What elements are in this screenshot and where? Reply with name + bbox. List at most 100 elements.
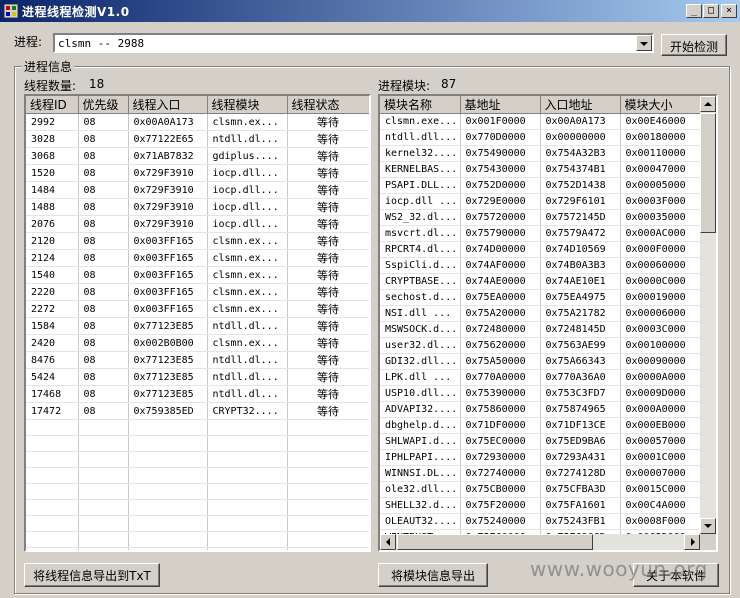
table-cell: 0x75CB0000 bbox=[460, 481, 541, 498]
empty-row bbox=[26, 547, 369, 550]
table-row[interactable]: 1584 08 0x77123E85 ntdll.dl... 等待 bbox=[26, 317, 369, 335]
table-row[interactable]: clsmn.exe... 0x001F0000 0x00A0A173 0x00E460… bbox=[380, 113, 701, 130]
scroll-up-icon[interactable] bbox=[700, 96, 716, 112]
column-header[interactable]: 模块名称 bbox=[380, 96, 461, 114]
table-cell: 0x00035000 bbox=[620, 209, 701, 226]
table-row[interactable]: NSI.dll ... 0x75A20000 0x75A21782 0x0000600… bbox=[380, 305, 701, 322]
table-row[interactable]: dbghelp.d... 0x71DF0000 0x71DF13CE 0x000EB0… bbox=[380, 417, 701, 434]
table-row[interactable]: 2076 08 0x729F3910 iocp.dll... 等待 bbox=[26, 215, 369, 233]
table-row[interactable]: msvcrt.dl... 0x75790000 0x7579A472 0x000AC0… bbox=[380, 225, 701, 242]
table-row[interactable]: 1520 08 0x729F3910 iocp.dll... 等待 bbox=[26, 164, 369, 182]
table-row[interactable]: 2220 08 0x003FF165 clsmn.ex... 等待 bbox=[26, 283, 369, 301]
table-row[interactable]: 3028 08 0x77122E65 ntdll.dl... 等待 bbox=[26, 130, 369, 148]
table-row[interactable]: WINNSI.DL... 0x72740000 0x7274128D 0x000070… bbox=[380, 465, 701, 482]
table-row[interactable]: RPCRT4.dl... 0x74D00000 0x74D10569 0x000F00… bbox=[380, 241, 701, 258]
table-cell: 08 bbox=[78, 164, 129, 182]
table-row[interactable]: PSAPI.DLL... 0x752D0000 0x752D1438 0x000050… bbox=[380, 177, 701, 194]
table-row[interactable]: 5424 08 0x77123E85 ntdll.dl... 等待 bbox=[26, 368, 369, 386]
table-row[interactable]: 2120 08 0x003FF165 clsmn.ex... 等待 bbox=[26, 232, 369, 250]
export-modules-button[interactable]: 将模块信息导出 bbox=[378, 563, 488, 587]
module-list[interactable]: 模块名称 基地址 入口地址 模块大小 clsmn.exe... 0x001F0000 0x… bbox=[378, 94, 718, 552]
table-cell: clsmn.ex... bbox=[207, 113, 288, 131]
group-title: 进程信息 bbox=[22, 58, 75, 75]
table-row[interactable]: kernel32.... 0x75490000 0x754A32B3 0x001100… bbox=[380, 145, 701, 162]
column-header[interactable]: 线程模块 bbox=[207, 96, 288, 114]
column-header[interactable]: 基地址 bbox=[460, 96, 541, 114]
column-header[interactable]: 入口地址 bbox=[540, 96, 621, 114]
table-row[interactable]: USP10.dll... 0x75390000 0x753C3FD7 0x0009D0… bbox=[380, 385, 701, 402]
column-header[interactable]: 线程状态 bbox=[287, 96, 369, 114]
table-row[interactable]: 17472 08 0x759385ED CRYPT32.... 等待 bbox=[26, 402, 369, 420]
scroll-thumb[interactable] bbox=[700, 113, 716, 233]
table-row[interactable]: 1484 08 0x729F3910 iocp.dll... 等待 bbox=[26, 181, 369, 199]
column-header[interactable]: 模块大小 bbox=[620, 96, 701, 114]
table-row[interactable]: 2272 08 0x003FF165 clsmn.ex... 等待 bbox=[26, 300, 369, 318]
scroll-down-icon[interactable] bbox=[700, 518, 716, 534]
table-row[interactable]: SHELL32.d... 0x75F20000 0x75FA1601 0x00C4A0… bbox=[380, 497, 701, 514]
table-cell: 0x753C3FD7 bbox=[540, 385, 621, 402]
empty-cell bbox=[287, 531, 369, 548]
table-cell: 0x7572145D bbox=[540, 209, 621, 226]
process-dropdown[interactable]: clsmn -- 2988 bbox=[53, 33, 654, 53]
table-cell: 0x77122E65 bbox=[128, 130, 208, 148]
hscroll-thumb[interactable] bbox=[397, 534, 593, 550]
module-vertical-scrollbar[interactable] bbox=[700, 96, 716, 534]
table-cell: 0x0008F000 bbox=[620, 513, 701, 530]
module-horizontal-scrollbar[interactable] bbox=[380, 534, 700, 550]
table-row[interactable]: 2420 08 0x002B0B00 clsmn.ex... 等待 bbox=[26, 334, 369, 352]
table-row[interactable]: IPHLPAPI.... 0x72930000 0x7293A431 0x0001C0… bbox=[380, 449, 701, 466]
table-row[interactable]: ADVAPI32.... 0x75860000 0x75874965 0x000A00… bbox=[380, 401, 701, 418]
start-detect-label: 开始检测 bbox=[669, 40, 718, 54]
table-row[interactable]: OLEAUT32.... 0x75240000 0x75243FB1 0x0008F0… bbox=[380, 513, 701, 530]
table-cell: 等待 bbox=[287, 130, 369, 148]
column-header[interactable]: 线程ID bbox=[26, 96, 79, 114]
table-cell: 0x7274128D bbox=[540, 465, 621, 482]
table-cell: 等待 bbox=[287, 198, 369, 216]
table-row[interactable]: GDI32.dll... 0x75A50000 0x75A66343 0x000900… bbox=[380, 353, 701, 370]
table-cell: 0x729F3910 bbox=[128, 164, 208, 182]
table-row[interactable]: LPK.dll ... 0x770A0000 0x770A36A0 0x0000A00… bbox=[380, 369, 701, 386]
table-row[interactable]: SHLWAPI.d... 0x75EC0000 0x75ED9BA6 0x000570… bbox=[380, 433, 701, 450]
table-cell: 08 bbox=[78, 215, 129, 233]
scroll-left-icon[interactable] bbox=[380, 534, 396, 550]
table-row[interactable]: CRYPTBASE... 0x74AE0000 0x74AE10E1 0x0000C0… bbox=[380, 273, 701, 290]
column-header[interactable]: 线程入口 bbox=[128, 96, 208, 114]
table-row[interactable]: 17468 08 0x77123E85 ntdll.dl... 等待 bbox=[26, 385, 369, 403]
table-cell: ntdll.dl... bbox=[207, 368, 288, 386]
table-row[interactable]: SspiCli.d... 0x74AF0000 0x74B0A3B3 0x000600… bbox=[380, 257, 701, 274]
start-detect-button[interactable]: 开始检测 bbox=[661, 34, 727, 56]
table-cell: 等待 bbox=[287, 215, 369, 233]
column-header[interactable]: 优先级 bbox=[78, 96, 129, 114]
table-row[interactable]: iocp.dll ... 0x729E0000 0x729F6101 0x0003F0… bbox=[380, 193, 701, 210]
close-button[interactable]: × bbox=[721, 4, 737, 18]
table-row[interactable]: 3068 08 0x71AB7832 gdiplus.... 等待 bbox=[26, 147, 369, 165]
table-cell: gdiplus.... bbox=[207, 147, 288, 165]
export-threads-button[interactable]: 将线程信息导出到TxT bbox=[24, 563, 160, 587]
maximize-button[interactable]: □ bbox=[703, 4, 719, 18]
table-row[interactable]: ole32.dll... 0x75CB0000 0x75CFBA3D 0x0015C0… bbox=[380, 481, 701, 498]
table-row[interactable]: WS2_32.dl... 0x75720000 0x7572145D 0x000350… bbox=[380, 209, 701, 226]
table-row[interactable]: user32.dl... 0x75620000 0x7563AE99 0x001000… bbox=[380, 337, 701, 354]
empty-cell bbox=[26, 467, 79, 484]
table-row[interactable]: sechost.d... 0x75EA0000 0x75EA4975 0x000190… bbox=[380, 289, 701, 306]
thread-list[interactable]: 线程ID 优先级 线程入口 线程模块 线程状态 2992 08 0x00A0A173 clsm… bbox=[24, 94, 371, 552]
table-row[interactable]: 1540 08 0x003FF165 clsmn.ex... 等待 bbox=[26, 266, 369, 284]
table-cell: RPCRT4.dl... bbox=[380, 241, 461, 258]
empty-row bbox=[26, 499, 369, 516]
table-cell: 0x77123E85 bbox=[128, 368, 208, 386]
minimize-button[interactable]: _ bbox=[686, 4, 702, 18]
table-row[interactable]: 2124 08 0x003FF165 clsmn.ex... 等待 bbox=[26, 249, 369, 267]
table-row[interactable]: ntdll.dll... 0x770D0000 0x00000000 0x001800… bbox=[380, 129, 701, 146]
table-cell: 5424 bbox=[26, 368, 79, 386]
table-cell: 0x770D0000 bbox=[460, 129, 541, 146]
table-row[interactable]: 8476 08 0x77123E85 ntdll.dl... 等待 bbox=[26, 351, 369, 369]
table-row[interactable]: 2992 08 0x00A0A173 clsmn.ex... 等待 bbox=[26, 113, 369, 131]
process-selected: clsmn -- 2988 bbox=[58, 37, 145, 50]
table-cell: 2272 bbox=[26, 300, 79, 318]
scroll-right-icon[interactable] bbox=[684, 534, 700, 550]
dropdown-arrow-icon[interactable] bbox=[636, 35, 652, 51]
table-row[interactable]: 1488 08 0x729F3910 iocp.dll... 等待 bbox=[26, 198, 369, 216]
table-cell: WS2_32.dl... bbox=[380, 209, 461, 226]
table-row[interactable]: MSWSOCK.d... 0x72480000 0x7248145D 0x0003C0… bbox=[380, 321, 701, 338]
table-row[interactable]: KERNELBAS... 0x75430000 0x754374B1 0x000470… bbox=[380, 161, 701, 178]
